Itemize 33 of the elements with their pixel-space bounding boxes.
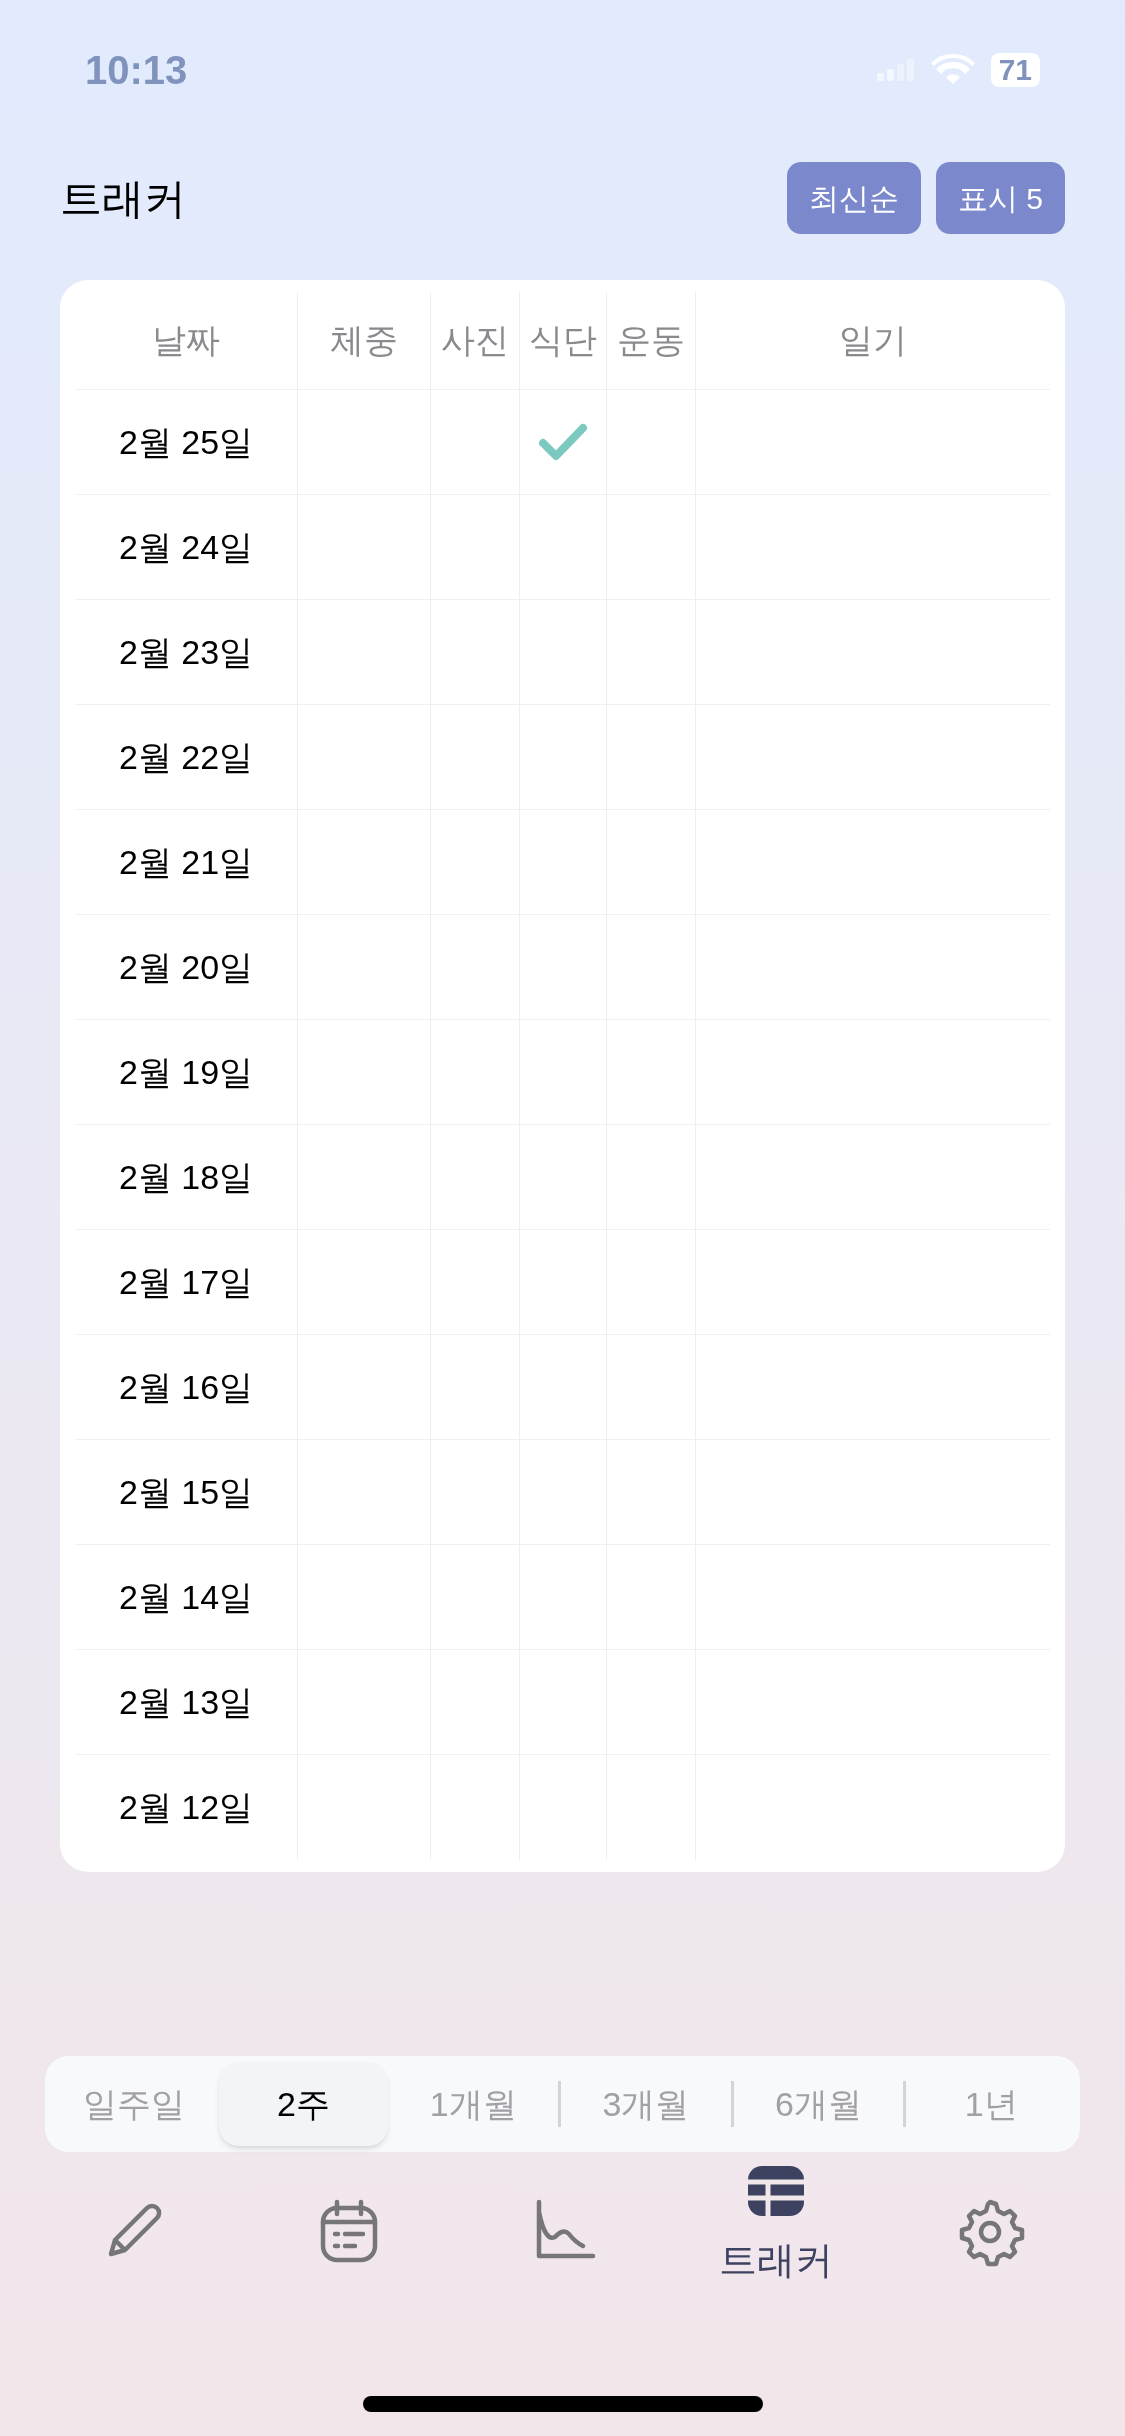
date-cell-text: 2월 16일 xyxy=(118,1366,254,1408)
range-tab[interactable]: 3개월 xyxy=(561,2062,731,2146)
range-tab[interactable]: 일주일 xyxy=(49,2062,219,2146)
status-time: 10:13 xyxy=(85,47,188,94)
date-cell-text: 2월 19일 xyxy=(118,1051,254,1093)
tab-label: 트래커 xyxy=(719,2238,834,2283)
date-cell-text: 2월 18일 xyxy=(118,1156,254,1198)
battery-icon: 71 xyxy=(990,53,1040,87)
date-cell-text: 2월 20일 xyxy=(118,946,254,988)
wifi-icon xyxy=(930,54,975,86)
column-header: 운동 xyxy=(617,320,685,361)
date-cell-text: 2월 21일 xyxy=(118,841,254,883)
range-tab[interactable]: 1년 xyxy=(906,2062,1077,2146)
date-cell-text: 2월 22일 xyxy=(118,736,254,778)
range-tab[interactable]: 1개월 xyxy=(388,2062,558,2146)
range-tab[interactable]: 6개월 xyxy=(733,2062,904,2146)
page-title: 트래커 xyxy=(60,173,186,224)
date-cell-text: 2월 24일 xyxy=(118,526,254,568)
date-cell-text: 2월 15일 xyxy=(118,1471,254,1513)
range-tab[interactable]: 2주 xyxy=(218,2062,389,2146)
date-cell-text: 2월 25일 xyxy=(118,421,254,463)
column-header: 사진 xyxy=(441,320,509,361)
column-header: 체중 xyxy=(330,320,398,361)
column-header: 날짜 xyxy=(152,320,220,361)
column-header: 일기 xyxy=(839,320,907,361)
date-cell-text: 2월 13일 xyxy=(118,1681,254,1723)
sort-button[interactable]: 최신순 xyxy=(786,162,921,234)
display-button[interactable]: 표시 5 xyxy=(935,162,1065,234)
date-cell-text: 2월 17일 xyxy=(118,1261,254,1303)
date-cell-text: 2월 12일 xyxy=(118,1787,254,1828)
date-cell-text: 2월 14일 xyxy=(118,1576,254,1618)
column-header: 식단 xyxy=(529,320,597,361)
date-cell-text: 2월 23일 xyxy=(118,631,254,673)
